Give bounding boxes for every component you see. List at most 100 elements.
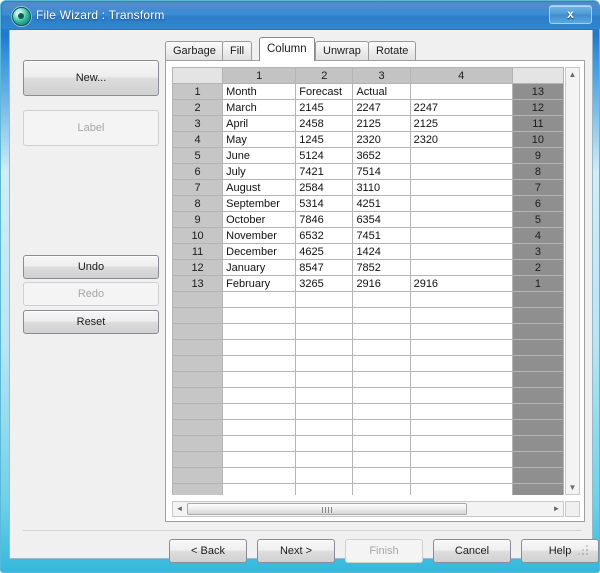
table-cell[interactable] — [409, 403, 513, 420]
tail-cell[interactable]: 3 — [511, 243, 564, 260]
table-cell[interactable]: 7514 — [352, 163, 411, 180]
tail-cell[interactable]: 6 — [511, 195, 564, 212]
table-cell[interactable] — [409, 339, 513, 356]
tail-cell[interactable] — [511, 387, 564, 404]
table-cell[interactable] — [409, 163, 513, 180]
column-header-1[interactable]: 1 — [222, 67, 297, 84]
table-row[interactable]: 7 August 2584 3110 7 — [172, 179, 564, 196]
tail-column-header[interactable] — [511, 67, 564, 84]
row-header-cell[interactable]: 5 — [172, 147, 224, 164]
tail-cell[interactable]: 13 — [511, 83, 564, 100]
row-header-cell[interactable]: 3 — [172, 115, 224, 132]
tail-cell[interactable]: 1 — [511, 275, 564, 292]
table-cell[interactable] — [409, 243, 513, 260]
table-cell[interactable] — [352, 435, 411, 452]
tail-cell[interactable] — [511, 467, 564, 484]
table-cell[interactable] — [295, 387, 354, 404]
table-cell[interactable] — [352, 419, 411, 436]
tail-cell[interactable]: 9 — [511, 147, 564, 164]
table-cell[interactable]: August — [222, 179, 297, 196]
table-cell[interactable] — [222, 307, 297, 324]
tail-cell[interactable] — [511, 307, 564, 324]
row-header-cell[interactable] — [172, 435, 224, 452]
table-cell[interactable] — [222, 403, 297, 420]
reset-button[interactable]: Reset — [23, 310, 159, 334]
table-row[interactable] — [172, 419, 564, 436]
table-cell[interactable]: 4625 — [295, 243, 354, 260]
table-cell[interactable]: 4251 — [352, 195, 411, 212]
table-cell[interactable]: November — [222, 227, 297, 244]
tab-column[interactable]: Column — [259, 37, 315, 61]
tail-cell[interactable] — [511, 355, 564, 372]
table-cell[interactable]: December — [222, 243, 297, 260]
table-row[interactable] — [172, 339, 564, 356]
tail-cell[interactable] — [511, 323, 564, 340]
resize-grip-icon[interactable] — [578, 545, 589, 556]
row-header-cell[interactable] — [172, 339, 224, 356]
table-cell[interactable]: 3652 — [352, 147, 411, 164]
table-cell[interactable]: January — [222, 259, 297, 276]
table-cell[interactable]: April — [222, 115, 297, 132]
tail-cell[interactable] — [511, 291, 564, 308]
scroll-up-icon[interactable]: ▲ — [566, 68, 579, 81]
scroll-right-icon[interactable]: ► — [550, 502, 563, 515]
table-cell[interactable]: February — [222, 275, 297, 292]
table-cell[interactable] — [409, 371, 513, 388]
tail-cell[interactable] — [511, 483, 564, 495]
horizontal-scrollbar[interactable]: ◄ ► — [172, 501, 564, 517]
row-header-cell[interactable]: 1 — [172, 83, 224, 100]
table-cell[interactable] — [409, 211, 513, 228]
table-cell[interactable] — [409, 435, 513, 452]
table-cell[interactable] — [409, 387, 513, 404]
table-row[interactable]: 2 March 2145 2247 2247 12 — [172, 99, 564, 116]
table-cell[interactable] — [295, 467, 354, 484]
table-cell[interactable] — [409, 323, 513, 340]
table-cell[interactable]: October — [222, 211, 297, 228]
table-cell[interactable]: May — [222, 131, 297, 148]
table-cell[interactable] — [295, 355, 354, 372]
row-header-cell[interactable]: 9 — [172, 211, 224, 228]
table-row[interactable] — [172, 355, 564, 372]
table-row[interactable] — [172, 291, 564, 308]
vertical-scrollbar[interactable]: ▲ ▼ — [565, 67, 580, 495]
tab-rotate[interactable]: Rotate — [368, 41, 417, 61]
row-header-cell[interactable] — [172, 483, 224, 495]
tab-fill[interactable]: Fill — [222, 41, 253, 61]
table-cell[interactable]: Month — [222, 83, 297, 100]
table-cell[interactable] — [352, 483, 411, 495]
table-row[interactable] — [172, 371, 564, 388]
table-cell[interactable] — [295, 291, 354, 308]
label-button[interactable]: Label — [23, 110, 159, 146]
table-cell[interactable] — [409, 179, 513, 196]
column-header-2[interactable]: 2 — [295, 67, 354, 84]
table-row[interactable] — [172, 307, 564, 324]
back-button[interactable]: < Back — [169, 539, 247, 563]
table-cell[interactable] — [295, 451, 354, 468]
table-row[interactable] — [172, 435, 564, 452]
table-cell[interactable]: Forecast — [295, 83, 354, 100]
row-header-cell[interactable]: 6 — [172, 163, 224, 180]
table-cell[interactable] — [409, 259, 513, 276]
row-header-cell[interactable] — [172, 451, 224, 468]
row-header-cell[interactable] — [172, 355, 224, 372]
table-cell[interactable] — [409, 355, 513, 372]
tail-cell[interactable]: 12 — [511, 99, 564, 116]
table-cell[interactable]: 2916 — [352, 275, 411, 292]
row-header-cell[interactable]: 2 — [172, 99, 224, 116]
table-row[interactable]: 5 June 5124 3652 9 — [172, 147, 564, 164]
table-cell[interactable] — [352, 371, 411, 388]
table-cell[interactable] — [295, 435, 354, 452]
table-row[interactable] — [172, 467, 564, 484]
table-cell[interactable]: 7421 — [295, 163, 354, 180]
row-header-cell[interactable]: 8 — [172, 195, 224, 212]
table-row[interactable] — [172, 451, 564, 468]
table-cell[interactable] — [409, 291, 513, 308]
table-cell[interactable] — [409, 147, 513, 164]
column-header-3[interactable]: 3 — [352, 67, 411, 84]
table-cell[interactable] — [409, 307, 513, 324]
table-cell[interactable] — [222, 339, 297, 356]
tail-cell[interactable] — [511, 339, 564, 356]
cancel-button[interactable]: Cancel — [433, 539, 511, 563]
scroll-left-icon[interactable]: ◄ — [173, 502, 186, 515]
table-cell[interactable] — [222, 291, 297, 308]
